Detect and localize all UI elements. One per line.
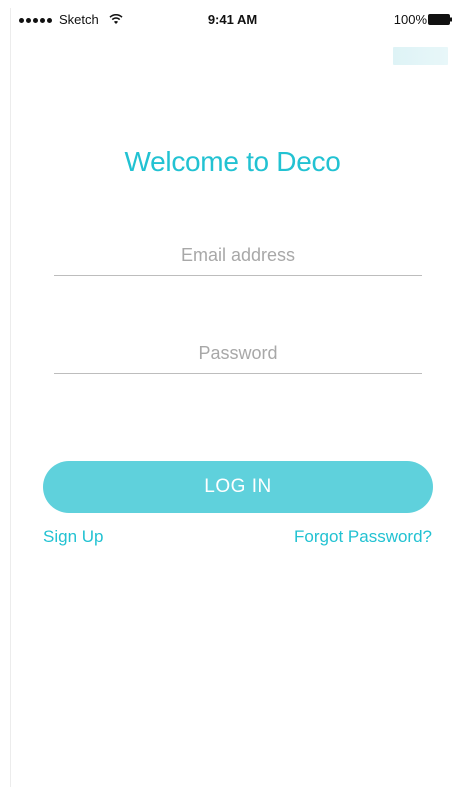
phone-screen: Sketch 9:41 AM 100% Welcome to Deco LOG …: [10, 8, 453, 787]
password-field[interactable]: [54, 334, 422, 374]
forgot-password-link[interactable]: Forgot Password?: [294, 527, 432, 547]
battery-percentage: 100%: [393, 12, 427, 27]
battery-icon: [428, 14, 452, 25]
login-button[interactable]: LOG IN: [43, 461, 433, 513]
status-bar: Sketch 9:41 AM 100%: [11, 8, 453, 32]
status-time: 9:41 AM: [207, 12, 258, 27]
email-field[interactable]: [54, 236, 422, 276]
header-badge: [393, 47, 448, 65]
page-title: Welcome to Deco: [124, 146, 341, 177]
signup-link[interactable]: Sign Up: [43, 527, 103, 547]
